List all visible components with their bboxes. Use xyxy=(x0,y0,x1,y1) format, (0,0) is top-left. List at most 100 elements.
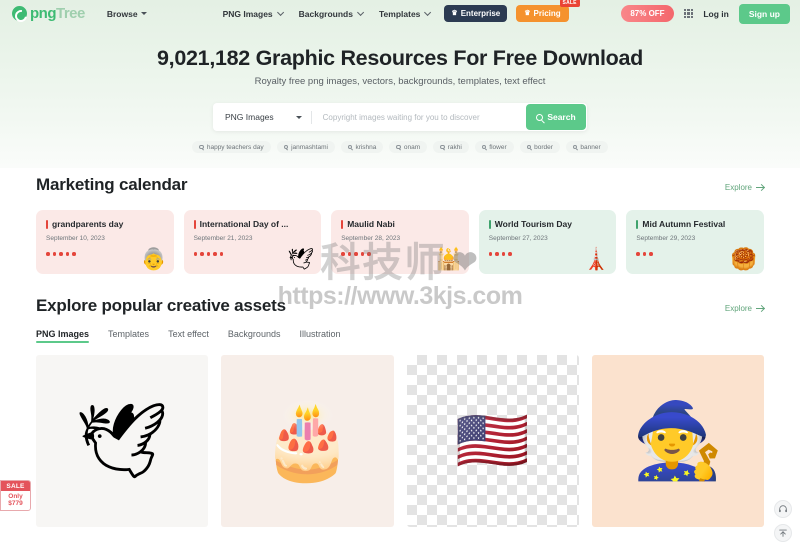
tab-png-images[interactable]: PNG Images xyxy=(36,329,90,343)
search-icon xyxy=(526,144,532,150)
chevron-down-icon xyxy=(276,8,284,16)
accent-bar-icon xyxy=(193,219,196,229)
tag-chip[interactable]: onam xyxy=(389,141,428,153)
pricing-label: Pricing xyxy=(533,9,561,18)
calendar-card[interactable]: International Day of ... September 21, 2… xyxy=(183,210,322,274)
tag-chip[interactable]: krishna xyxy=(340,141,384,153)
calendar-card-title: Maulid Nabi xyxy=(347,219,395,229)
calendar-card[interactable]: Mid Autumn Festival September 29, 2023 🥮 xyxy=(626,210,764,274)
pricing-button[interactable]: ♛ Pricing SALE xyxy=(516,0,580,22)
asset-card-birthday-cake[interactable]: 🎂 xyxy=(221,355,394,527)
sale-badge-price: $779 xyxy=(8,500,23,507)
asset-card-usa-flag[interactable]: 🇺🇸 xyxy=(406,355,579,527)
nav-item-png-images[interactable]: PNG Images xyxy=(222,8,284,19)
asset-thumbnail: 🕊 xyxy=(75,399,170,482)
calendar-card-illustration: 🕌 xyxy=(435,248,462,271)
marketing-calendar-list: grandparents day September 10, 2023 👵 In… xyxy=(0,210,800,274)
enterprise-label: Enterprise xyxy=(460,9,501,18)
tab-illustration[interactable]: Illustration xyxy=(299,329,340,343)
calendar-card[interactable]: Maulid Nabi September 28, 2023 🕌 xyxy=(331,210,469,274)
tag-label: onam xyxy=(403,143,421,151)
search-button[interactable]: Search xyxy=(526,104,586,130)
asset-thumbnail: 🧙 xyxy=(631,399,724,482)
asset-card-white-dove[interactable]: 🕊 xyxy=(36,355,209,527)
page-title: 9,021,182 Graphic Resources For Free Dow… xyxy=(157,46,643,70)
calendar-card-date: September 10, 2023 xyxy=(46,235,105,242)
calendar-card-illustration: 🗼 xyxy=(583,248,610,271)
explore-assets-header: Explore popular creative assets Explore xyxy=(0,296,800,316)
asset-thumbnail: 🎂 xyxy=(261,399,354,482)
tag-chip[interactable]: rakhi xyxy=(433,141,469,153)
tag-label: flower xyxy=(489,143,507,151)
search-icon xyxy=(440,144,445,150)
primary-nav: PNG Images Backgrounds Templates xyxy=(222,8,432,19)
section-title-marketing-calendar: Marketing calendar xyxy=(36,175,188,194)
suggested-tags: happy teachers day janmashtami krishna o… xyxy=(0,141,800,153)
crown-icon: ♛ xyxy=(451,10,458,17)
arrow-right-icon xyxy=(756,308,764,309)
tag-label: krishna xyxy=(355,143,377,151)
calendar-card[interactable]: grandparents day September 10, 2023 👵 xyxy=(36,210,174,274)
search-icon xyxy=(481,144,487,150)
pricing-sale-badge: SALE xyxy=(559,0,580,7)
calendar-card-title: International Day of ... xyxy=(199,219,289,229)
calendar-card[interactable]: World Tourism Day September 27, 2023 🗼 xyxy=(478,210,617,274)
discount-badge[interactable]: 87% OFF xyxy=(621,5,674,22)
search-bar: PNG Images Copyright images waiting for … xyxy=(213,103,587,131)
tag-chip[interactable]: border xyxy=(519,141,560,153)
marketing-calendar-header: Marketing calendar Explore xyxy=(0,175,800,195)
support-headset-icon[interactable] xyxy=(774,500,792,518)
section-title-explore-assets: Explore popular creative assets xyxy=(36,296,286,315)
tab-templates[interactable]: Templates xyxy=(108,329,149,343)
search-category-select[interactable]: PNG Images xyxy=(213,103,311,131)
site-logo[interactable]: pngTree xyxy=(12,6,85,21)
search-input[interactable]: Copyright images waiting for you to disc… xyxy=(312,113,526,122)
tab-backgrounds[interactable]: Backgrounds xyxy=(228,329,281,343)
caret-down-icon xyxy=(295,115,302,119)
calendar-card-illustration: 🥮 xyxy=(730,248,757,271)
site-header: pngTree Browse PNG Images Backgrounds Te… xyxy=(0,0,800,27)
sale-promo-badge[interactable]: SALE Only $779 xyxy=(0,480,31,511)
calendar-card-title: grandparents day xyxy=(52,219,124,229)
tag-label: banner xyxy=(580,143,601,151)
explore-label: Explore xyxy=(724,304,752,313)
tag-chip[interactable]: flower xyxy=(474,141,514,153)
search-button-label: Search xyxy=(547,112,576,122)
asset-category-tabs: PNG Images Templates Text effect Backgro… xyxy=(0,329,800,343)
calendar-card-title-wrap: World Tourism Day xyxy=(488,219,607,229)
tag-chip[interactable]: janmashtami xyxy=(276,141,335,153)
hero-section: 9,021,182 Graphic Resources For Free Dow… xyxy=(0,27,800,153)
nav-label: PNG Images xyxy=(222,8,273,19)
sale-badge-label: SALE xyxy=(1,481,30,491)
logo-wordmark: pngTree xyxy=(30,6,85,21)
tag-chip[interactable]: banner xyxy=(565,141,608,153)
explore-link-marketing-calendar[interactable]: Explore xyxy=(725,183,764,195)
nav-label: Backgrounds xyxy=(298,8,353,19)
nav-item-templates[interactable]: Templates xyxy=(379,9,432,19)
grid-apps-icon[interactable] xyxy=(683,8,694,19)
tag-chip[interactable]: happy teachers day xyxy=(192,141,271,153)
login-button[interactable]: Log in xyxy=(703,9,729,19)
enterprise-button[interactable]: ♛ Enterprise xyxy=(444,5,508,22)
logo-text-png: png xyxy=(30,5,57,22)
calendar-card-title-wrap: grandparents day xyxy=(46,219,164,229)
nav-item-backgrounds[interactable]: Backgrounds xyxy=(298,8,365,19)
calendar-card-date: September 29, 2023 xyxy=(636,235,696,242)
tag-label: border xyxy=(534,143,553,151)
floating-action-buttons xyxy=(774,500,792,542)
caret-down-icon xyxy=(140,12,147,15)
pngtree-leaf-icon xyxy=(12,6,27,21)
signup-button[interactable]: Sign up xyxy=(738,3,790,24)
tab-text-effect[interactable]: Text effect xyxy=(168,329,209,343)
scroll-to-top-icon[interactable] xyxy=(774,524,792,542)
search-icon xyxy=(347,144,353,150)
asset-card-autumn-gnome[interactable]: 🧙 xyxy=(591,355,764,527)
tag-label: janmashtami xyxy=(291,143,328,151)
browse-menu[interactable]: Browse xyxy=(107,9,147,19)
asset-thumbnail: 🇺🇸 xyxy=(455,407,530,474)
tag-label: rakhi xyxy=(447,143,462,151)
chevron-down-icon xyxy=(357,8,365,16)
accent-bar-icon xyxy=(636,219,639,229)
explore-label: Explore xyxy=(724,183,752,192)
explore-link-assets[interactable]: Explore xyxy=(725,304,764,316)
